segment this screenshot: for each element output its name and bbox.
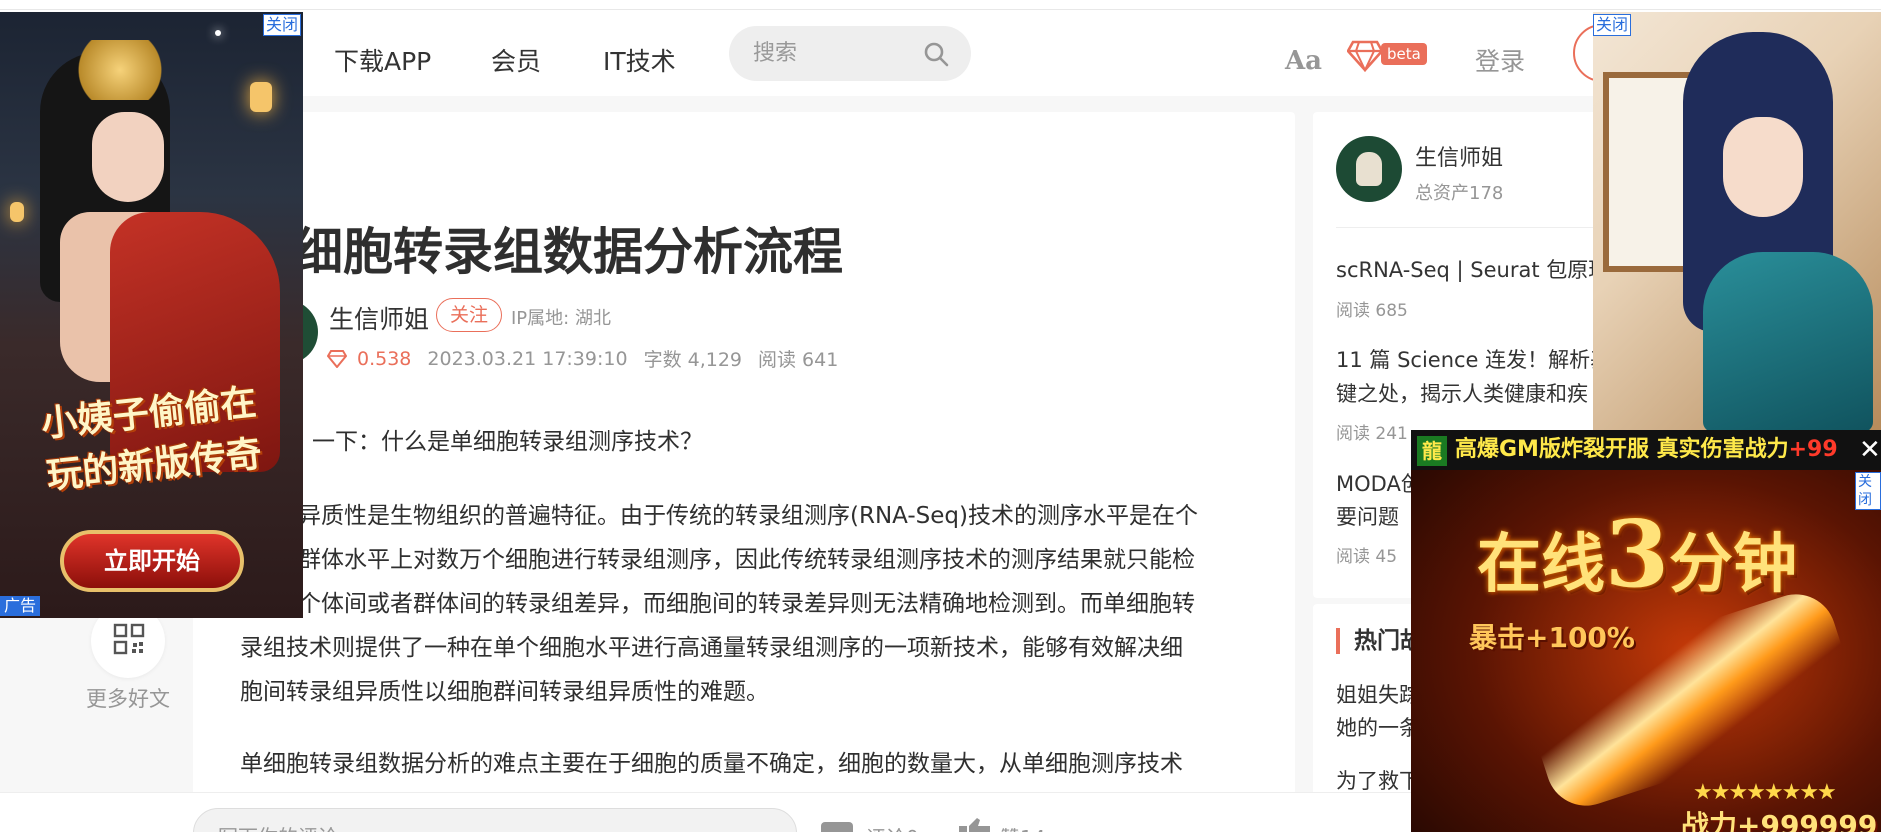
- ad-close-button[interactable]: 关闭: [1855, 472, 1881, 510]
- article-paragraph: 个体间或者群体间的转录组差异，而细胞间的转录差异则无法精确地检测到。而单细胞转: [298, 591, 1195, 617]
- moon: [215, 30, 221, 36]
- game-ad-headline-red: +99: [1788, 437, 1838, 462]
- publish-datetime: 2023.03.21 17:39:10: [427, 347, 628, 370]
- article-meta: 0.538 2023.03.21 17:39:10 字数 4,129 阅读 64…: [327, 345, 854, 372]
- left-ad-banner[interactable]: 小姨子偷偷在 玩的新版传奇 立即开始: [0, 12, 303, 618]
- article-title: 细胞转录组数据分析流程: [293, 223, 843, 281]
- ad-figure-face: [1723, 117, 1803, 217]
- ad-label: 广告: [0, 596, 41, 616]
- article-paragraph: 胞间转录组异质性以细胞群间转录组异质性的难题。: [240, 679, 769, 705]
- article-paragraph: 一下：什么是单细胞转录组测序技术？: [312, 429, 703, 455]
- sidebar-author-name[interactable]: 生信师姐: [1415, 140, 1503, 172]
- star-rating: ★★★★★★★★: [1693, 780, 1837, 805]
- game-logo: 龍: [1417, 436, 1447, 466]
- article-paragraph: 录组技术则提供了一种在单个细胞水平进行高通量转录组测序的一项新技术，能够有效解决…: [240, 635, 1183, 661]
- follow-button[interactable]: 关注: [436, 298, 502, 332]
- read-count: 阅读 641: [758, 349, 839, 371]
- lantern: [10, 202, 24, 222]
- article-paragraph: 单细胞转录组数据分析的难点主要在于细胞的质量不确定，细胞的数量大，从单细胞测序技…: [240, 751, 1183, 777]
- sidebar-article-title-line2[interactable]: 键之处，揭示人类健康和疾: [1336, 377, 1596, 411]
- ad-figure-face: [92, 112, 164, 202]
- game-ad-big-text: 在线3分钟: [1477, 500, 1797, 608]
- ad-figure-crown: [70, 40, 170, 100]
- hot-story-item[interactable]: 她的一条: [1336, 711, 1420, 745]
- nav-member[interactable]: 会员: [491, 42, 541, 78]
- font-size-icon[interactable]: Aa: [1285, 46, 1322, 76]
- game-ad-power: 战力+999999: [1681, 809, 1878, 832]
- game-ad-headline-text: 高爆GM版炸裂开服 真实伤害战力: [1455, 437, 1789, 462]
- lantern: [250, 82, 272, 112]
- sidebar-author-avatar[interactable]: [1336, 136, 1402, 202]
- game-ad-close-icon[interactable]: ✕: [1859, 436, 1881, 464]
- sidebar-article-read: 阅读 241: [1336, 424, 1408, 444]
- sidebar-article-read: 阅读 685: [1336, 301, 1408, 321]
- game-ad-crit: 暴击+100%: [1469, 621, 1635, 654]
- hot-stories-title: 热门故: [1336, 628, 1423, 654]
- nav-download-app[interactable]: 下载APP: [334, 42, 431, 78]
- hot-story-item[interactable]: 姐姐失踪: [1336, 678, 1420, 712]
- author-name[interactable]: 生信师姐: [329, 300, 429, 336]
- ad-close-button[interactable]: 关闭: [1593, 14, 1632, 36]
- top-border: [0, 0, 1881, 10]
- article-paragraph: 群体水平上对数万个细胞进行转录组测序，因此传统转录组测序技术的测序结果就只能检: [298, 547, 1195, 573]
- sidebar-article-read: 阅读 45: [1336, 547, 1398, 567]
- game-ad-big-part: 在线: [1477, 527, 1605, 602]
- comment-icon[interactable]: [821, 822, 853, 832]
- comment-count[interactable]: 评论0: [866, 822, 919, 832]
- like-icon[interactable]: [957, 818, 993, 832]
- sidebar-article-title[interactable]: scRNA-Seq | Seurat 包原理解: [1336, 253, 1596, 287]
- sidebar-article-title[interactable]: 11 篇 Science 连发！解析基: [1336, 343, 1596, 377]
- divider: [1336, 227, 1596, 228]
- right-ad-banner[interactable]: [1593, 12, 1881, 432]
- sidebar-total-assets: 总资产178: [1415, 183, 1504, 204]
- more-articles-label[interactable]: 更多好文: [86, 683, 170, 713]
- search-input[interactable]: [753, 38, 923, 68]
- ip-location: IP属地: 湖北: [511, 308, 611, 329]
- comment-input[interactable]: 写下你的评论...: [193, 808, 797, 832]
- game-ad-big-part: 分钟: [1669, 527, 1798, 602]
- diamond-count: 0.538: [357, 347, 412, 370]
- game-ad-headline: 高爆GM版炸裂开服 真实伤害战力+99: [1411, 430, 1881, 470]
- diamond-icon[interactable]: [1347, 40, 1383, 72]
- nav-it-tech[interactable]: IT技术: [603, 42, 676, 78]
- search-box[interactable]: [729, 26, 971, 81]
- word-count: 字数 4,129: [643, 349, 743, 371]
- article-paragraph: 异质性是生物组织的普遍特征。由于传统的转录组测序(RNA-Seq)技术的测序水平…: [298, 503, 1199, 529]
- ad-figure-body: [1703, 252, 1873, 432]
- game-ad-big-number: 3: [1605, 500, 1670, 608]
- diamond-icon: [327, 349, 347, 368]
- ad-close-button[interactable]: 关闭: [263, 14, 302, 36]
- ad-start-button[interactable]: 立即开始: [60, 530, 244, 592]
- like-count[interactable]: 赞14: [1000, 822, 1045, 832]
- ad-slogan: 小姨子偷偷在 玩的新版传奇: [0, 371, 303, 506]
- search-icon[interactable]: [923, 41, 949, 67]
- game-ad-banner[interactable]: 高爆GM版炸裂开服 真实伤害战力+99 龍 在线3分钟 暴击+100% ★★★★…: [1411, 430, 1881, 832]
- qr-code-icon[interactable]: [113, 623, 145, 655]
- beta-badge: beta: [1381, 43, 1427, 65]
- login-link[interactable]: 登录: [1475, 42, 1525, 78]
